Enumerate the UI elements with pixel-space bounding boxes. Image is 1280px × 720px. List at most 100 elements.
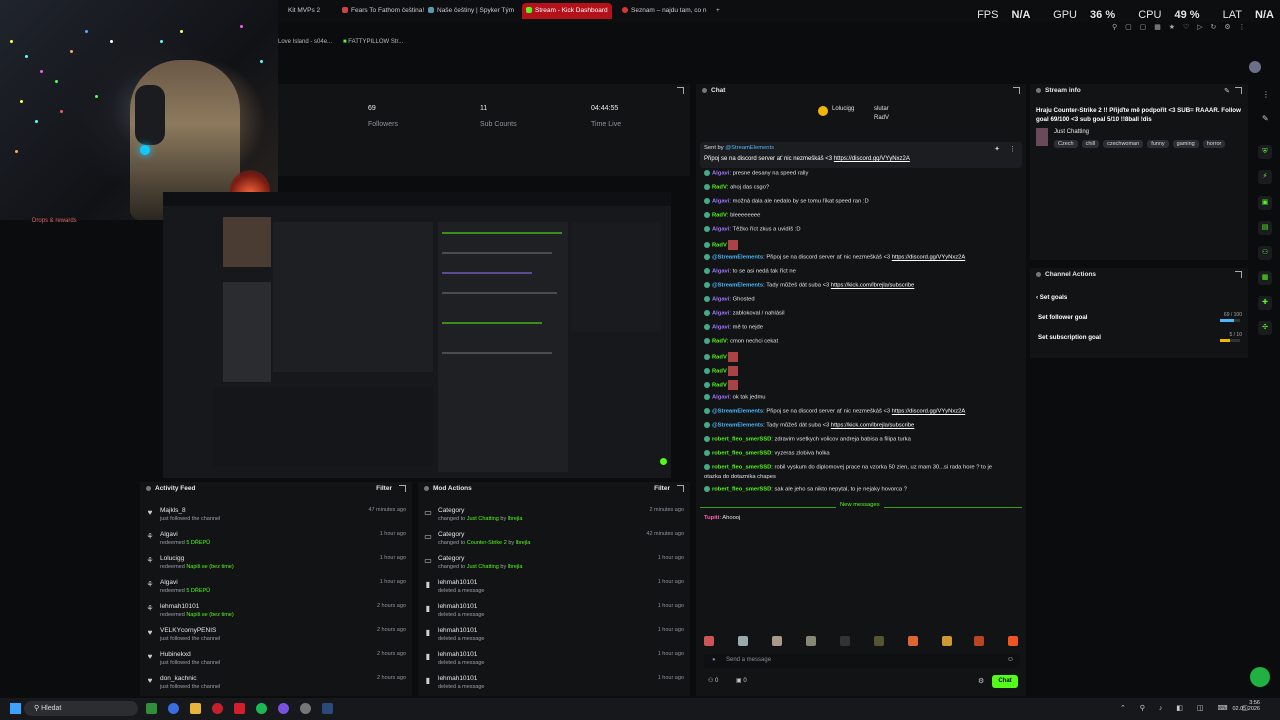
- chat-username[interactable]: Algavi: [712, 395, 729, 401]
- pinned-link[interactable]: https://discord.gg/VYyNxz2A: [834, 156, 910, 162]
- emote[interactable]: [704, 636, 714, 646]
- mod-action-item[interactable]: ▮ lehmah10101 deleted a message 1 hour ago: [418, 672, 690, 696]
- chat-username[interactable]: @StreamElements: [712, 283, 763, 289]
- activity-item[interactable]: ♥ don_kachnic just followed the channel 2 …: [140, 672, 412, 696]
- activity-item[interactable]: ⚘ lehmah10101 redeemed Napiš se (bez time)…: [140, 600, 412, 624]
- tag[interactable]: gaming: [1172, 140, 1199, 148]
- activity-username[interactable]: Hubinekxd: [160, 651, 191, 658]
- tag[interactable]: horror: [1202, 140, 1226, 148]
- emote[interactable]: [942, 636, 952, 646]
- mod-action-item[interactable]: ▮ lehmah10101 deleted a message 1 hour ago: [418, 576, 690, 600]
- chat-username[interactable]: RadV: [712, 339, 727, 345]
- windows-start-icon[interactable]: [10, 703, 21, 714]
- chat-username[interactable]: @StreamElements: [712, 423, 763, 429]
- emote[interactable]: [908, 636, 918, 646]
- mod-action-item[interactable]: ▭ Category changed to Just Chatting by lbr…: [418, 552, 690, 576]
- back-button[interactable]: ‹ Set goals: [1036, 294, 1067, 301]
- activity-username[interactable]: Majkls_8: [160, 507, 186, 514]
- top-user[interactable]: Lolucigg: [832, 106, 854, 112]
- chat-username[interactable]: robert_fleo_smerSSD: [712, 487, 771, 493]
- chat-send-button[interactable]: Chat: [992, 675, 1018, 688]
- opera-icon[interactable]: [212, 703, 223, 714]
- tab-fears-to-fathom[interactable]: Fears To Fathom čeština!: [338, 3, 428, 19]
- activity-username[interactable]: VELKYcornyPENIS: [160, 627, 216, 634]
- browser-toolbar-icons[interactable]: ⚲ ▢ ▢ ▦ ★ ♡ ▷ ↻ ⚙ ⋮: [1112, 23, 1249, 31]
- shield-icon[interactable]: ⛨: [1258, 145, 1272, 159]
- pencil-icon[interactable]: ✎: [1262, 114, 1269, 123]
- mod-action-item[interactable]: ▮ lehmah10101 deleted a message 1 hour ago: [418, 624, 690, 648]
- square-icon[interactable]: ▣: [1258, 196, 1272, 210]
- filter-button[interactable]: Filter: [654, 485, 670, 492]
- activity-item[interactable]: ♥ VELKYcornyPENIS just followed the channe…: [140, 624, 412, 648]
- chat-input[interactable]: ● Send a message ☺: [704, 654, 1020, 668]
- bookmark-item[interactable]: Love Island - s04e...: [278, 39, 332, 45]
- viewers-counter[interactable]: ⚇ 0: [708, 677, 718, 684]
- activity-item[interactable]: ⚘ Algavi redeemed 5 DŘEPŮ 1 hour ago: [140, 528, 412, 552]
- chat-username[interactable]: Algavi: [712, 171, 729, 177]
- expand-icon[interactable]: [1013, 87, 1020, 94]
- emoji-icon[interactable]: ☺: [1007, 656, 1014, 663]
- set-follower-goal[interactable]: Set follower goal: [1038, 314, 1088, 321]
- browser-icon[interactable]: [168, 703, 179, 714]
- activity-username[interactable]: lehmah10101: [160, 603, 199, 610]
- pinned-message[interactable]: Sent by @StreamElements Připoj se na dis…: [700, 142, 1022, 168]
- activity-item[interactable]: ⚘ Lolucigg redeemed Napiš se (bez time) 1 h…: [140, 552, 412, 576]
- activity-username[interactable]: Algavi: [160, 579, 178, 586]
- tab-seznam[interactable]: Seznam – najdu tam, co n: [618, 3, 711, 19]
- mod-action-item[interactable]: ▮ lehmah10101 deleted a message 1 hour ago: [418, 648, 690, 672]
- expand-icon[interactable]: [399, 485, 406, 492]
- tag[interactable]: chill: [1081, 140, 1100, 148]
- xbox-icon[interactable]: [146, 703, 157, 714]
- emote[interactable]: [738, 636, 748, 646]
- tab-kit-mvps[interactable]: Kit MVPs 2: [284, 3, 324, 19]
- chat-username[interactable]: RadV: [712, 355, 727, 361]
- more-icon[interactable]: ⋮: [1009, 145, 1016, 153]
- app-icon[interactable]: [278, 703, 289, 714]
- gift-counter[interactable]: ▣ 0: [736, 677, 747, 684]
- emote[interactable]: [840, 636, 850, 646]
- category-name[interactable]: Just Chatting: [1054, 129, 1089, 135]
- taskbar-search[interactable]: ⚲ Hledat: [24, 701, 138, 716]
- steam-icon[interactable]: [322, 703, 333, 714]
- emote[interactable]: [874, 636, 884, 646]
- new-tab-button[interactable]: +: [712, 3, 724, 19]
- obs-icon[interactable]: [300, 703, 311, 714]
- chat-username[interactable]: @StreamElements: [712, 409, 763, 415]
- top-user[interactable]: RadV: [874, 115, 889, 121]
- share-icon[interactable]: ✣: [1258, 321, 1272, 335]
- chat-username[interactable]: robert_fleo_smerSSD: [712, 437, 771, 443]
- chat-icon[interactable]: ▤: [1258, 221, 1272, 235]
- tab-nase-cestiny[interactable]: Naše češtiny | Spyker Tým: [424, 3, 518, 19]
- help-button[interactable]: [1250, 667, 1270, 687]
- avatar[interactable]: [1249, 61, 1261, 73]
- expand-icon[interactable]: [1235, 271, 1242, 278]
- drops-rewards-link[interactable]: Drops & rewards: [32, 218, 77, 224]
- top-user[interactable]: slutar: [874, 106, 889, 112]
- activity-item[interactable]: ♥ Majkls_8 just followed the channel 47 mi…: [140, 504, 412, 528]
- emote[interactable]: [772, 636, 782, 646]
- chat-username[interactable]: Algavi: [712, 269, 729, 275]
- mod-action-item[interactable]: ▮ lehmah10101 deleted a message 1 hour ago: [418, 600, 690, 624]
- spotify-icon[interactable]: [256, 703, 267, 714]
- chat-username[interactable]: RadV: [712, 383, 727, 389]
- grid-icon[interactable]: ▦: [1258, 271, 1272, 285]
- tag[interactable]: Czech: [1054, 140, 1078, 148]
- expand-icon[interactable]: [677, 485, 684, 492]
- chat-username[interactable]: Algavi: [712, 227, 729, 233]
- chat-username[interactable]: RadV: [712, 213, 727, 219]
- bolt-icon[interactable]: ⚡: [1258, 170, 1272, 184]
- tag[interactable]: czechwoman: [1103, 140, 1144, 148]
- chat-username[interactable]: RadV: [712, 185, 727, 191]
- chat-username[interactable]: RadV: [712, 369, 727, 375]
- menu-icon[interactable]: ⋮: [1262, 90, 1270, 99]
- activity-item[interactable]: ♥ Hubinekxd just followed the channel 2 ho…: [140, 648, 412, 672]
- emote[interactable]: [1008, 636, 1018, 646]
- chat-username[interactable]: Algavi: [712, 325, 729, 331]
- pin-icon[interactable]: ✦: [994, 145, 1000, 153]
- tab-kick-dashboard[interactable]: Stream - Kick Dashboard: [522, 3, 612, 19]
- chat-link[interactable]: https://kick.com/lbrejla/subscribe: [831, 283, 914, 289]
- activity-username[interactable]: don_kachnic: [160, 675, 197, 682]
- chat-username[interactable]: robert_fleo_smerSSD: [712, 465, 771, 471]
- settings-icon[interactable]: ⚙: [978, 677, 984, 685]
- set-subscription-goal[interactable]: Set subscription goal: [1038, 334, 1101, 341]
